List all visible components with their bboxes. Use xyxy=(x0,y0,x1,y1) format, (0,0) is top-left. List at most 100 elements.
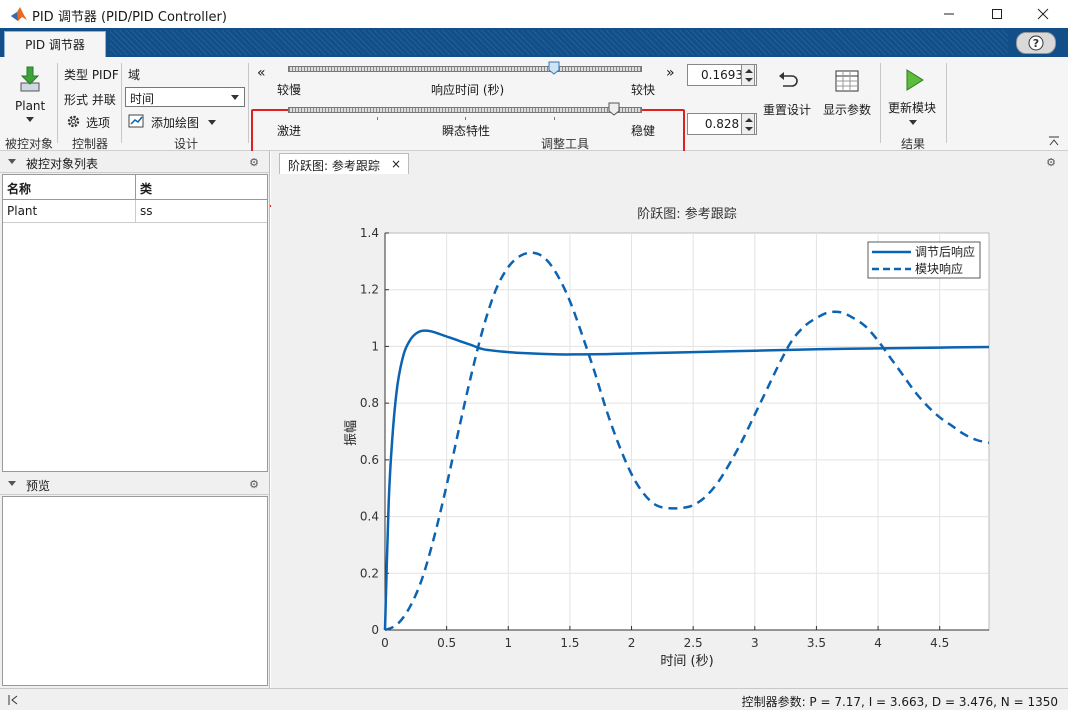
import-plant-icon xyxy=(20,66,40,92)
x-tick-label: 3 xyxy=(751,636,759,650)
x-tick-label: 2.5 xyxy=(684,636,703,650)
matlab-logo-icon xyxy=(11,7,27,21)
y-tick-label: 0.6 xyxy=(360,453,379,467)
column-header-type[interactable]: 类 xyxy=(136,175,267,200)
y-tick-label: 0 xyxy=(371,623,379,637)
reset-design-button[interactable]: 重置设计 xyxy=(760,67,816,117)
expand-sliders-icon[interactable]: » xyxy=(666,65,675,81)
options-label: 选项 xyxy=(86,116,111,130)
y-tick-label: 0.4 xyxy=(360,510,379,524)
panel-options-icon[interactable]: ⚙ xyxy=(249,478,259,491)
controller-section-label: 控制器 xyxy=(72,137,109,151)
slider-tick xyxy=(554,117,555,120)
divider xyxy=(880,63,881,143)
status-bar: 控制器参数: P = 7.17, I = 3.663, D = 3.476, N… xyxy=(0,688,1068,710)
x-axis-label: 时间 (秒) xyxy=(660,654,713,669)
add-plot-label: 添加绘图 xyxy=(151,116,200,130)
transient-aggressive-label: 激进 xyxy=(277,124,302,138)
divider xyxy=(946,63,947,143)
ribbon-tabstrip: PID 调节器 ? xyxy=(0,28,1068,57)
slider-tick xyxy=(465,117,466,120)
chevron-down-icon xyxy=(8,481,16,486)
plant-list-header[interactable]: 被控对象列表 ⚙ xyxy=(0,151,269,173)
response-time-slow-label: 较慢 xyxy=(277,83,302,97)
reset-design-label: 重置设计 xyxy=(763,103,812,117)
collapse-toolstrip-icon[interactable] xyxy=(1048,136,1060,146)
divider xyxy=(57,63,58,143)
x-tick-label: 2 xyxy=(628,636,636,650)
options-button[interactable]: 选项 xyxy=(64,113,120,131)
chevron-down-icon xyxy=(26,117,34,122)
left-panel: 被控对象列表 ⚙ 名称 类 Plant ss 预览 ⚙ xyxy=(0,151,270,688)
response-time-slider-thumb[interactable] xyxy=(548,61,560,75)
y-axis-label: 振幅 xyxy=(344,420,359,446)
x-tick-label: 0 xyxy=(381,636,389,650)
y-tick-label: 1 xyxy=(371,339,379,353)
legend-label-tuned: 调节后响应 xyxy=(915,244,975,259)
add-plot-button[interactable]: 添加绘图 xyxy=(126,112,222,132)
help-icon: ? xyxy=(1028,35,1044,51)
minimize-icon xyxy=(944,13,954,15)
plant-row-type[interactable]: ss xyxy=(136,200,267,223)
response-time-fast-label: 较快 xyxy=(631,83,656,97)
chevron-down-icon xyxy=(208,120,216,125)
design-section-label: 设计 xyxy=(174,137,199,151)
y-axis: 0 0.2 0.4 0.6 0.8 1 1.2 1.4 xyxy=(360,226,389,637)
result-section-label: 结果 xyxy=(901,137,926,151)
spin-down-icon xyxy=(745,78,753,82)
collapse-icon[interactable] xyxy=(8,694,20,706)
preview-header[interactable]: 预览 ⚙ xyxy=(0,473,269,495)
maximize-button[interactable] xyxy=(974,0,1020,28)
transient-slider-thumb[interactable] xyxy=(608,102,620,116)
close-button[interactable] xyxy=(1020,0,1066,28)
controller-parameters: 控制器参数: P = 7.17, I = 3.663, D = 3.476, N… xyxy=(741,695,1058,709)
y-tick-label: 1.2 xyxy=(360,283,379,297)
response-time-spinner[interactable] xyxy=(741,64,755,86)
y-tick-label: 0.2 xyxy=(360,566,379,580)
plant-list-title: 被控对象列表 xyxy=(26,157,99,171)
y-tick-label: 0.8 xyxy=(360,396,379,410)
window-title: PID 调节器 (PID/PID Controller) xyxy=(32,10,227,25)
preview-area xyxy=(2,496,268,686)
plant-table: 名称 类 Plant ss xyxy=(2,174,268,472)
toolstrip: Plant 被控对象 类型 PIDF 形式 并联 选项 控制器 域 时间 添加绘… xyxy=(0,57,1068,207)
preview-title: 预览 xyxy=(26,479,51,493)
step-plot: 0 0.5 1 1.5 2 2.5 3 3.5 4 4.5 0 0.2 0.4 0.6 0.8 1 1.2 1.… xyxy=(344,206,990,669)
document-area: 阶跃图: 参考跟踪 × ⚙ 0 0.5 1 1.5 2 2.5 3 3.5 4 4.5 0 0.2 0… xyxy=(271,151,1068,688)
column-header-name[interactable]: 名称 xyxy=(3,175,136,200)
help-button[interactable]: ? xyxy=(1016,32,1056,54)
update-block-button[interactable]: 更新模块 xyxy=(886,65,942,129)
x-tick-label: 4 xyxy=(874,636,882,650)
transient-robust-label: 稳健 xyxy=(631,124,656,138)
shrink-sliders-icon[interactable]: « xyxy=(257,65,266,81)
response-time-slider-track[interactable] xyxy=(288,66,642,72)
spin-up-icon xyxy=(745,118,753,122)
transient-label: 瞬态特性 xyxy=(442,124,491,138)
slider-tick xyxy=(377,117,378,120)
show-parameters-button[interactable]: 显示参数 xyxy=(820,67,876,117)
spin-down-icon xyxy=(745,127,753,131)
plot-area xyxy=(384,232,990,631)
plant-button-label: Plant xyxy=(15,99,46,113)
panel-options-icon[interactable]: ⚙ xyxy=(249,156,259,169)
chevron-down-icon xyxy=(231,95,239,100)
plant-row-name[interactable]: Plant xyxy=(3,200,136,223)
controller-form[interactable]: 形式 并联 xyxy=(64,91,116,108)
gear-icon xyxy=(67,115,80,128)
legend-label-block: 模块响应 xyxy=(915,261,963,276)
ribbon-pattern xyxy=(110,30,1008,55)
transient-spinner[interactable] xyxy=(741,113,755,135)
chevron-down-icon xyxy=(909,120,917,125)
legend[interactable]: 调节后响应 模块响应 xyxy=(867,241,981,279)
tab-pid-tuner[interactable]: PID 调节器 xyxy=(4,31,106,57)
minimize-button[interactable] xyxy=(926,0,972,28)
plant-button[interactable]: Plant xyxy=(8,63,52,127)
show-parameters-label: 显示参数 xyxy=(823,103,872,117)
transient-slider-track[interactable] xyxy=(288,107,642,113)
tuning-section-label: 调整工具 xyxy=(541,137,590,151)
svg-text:?: ? xyxy=(1033,37,1039,50)
domain-label: 域 xyxy=(128,68,141,82)
controller-type[interactable]: 类型 PIDF xyxy=(64,66,119,83)
domain-select[interactable]: 时间 xyxy=(125,87,245,107)
x-tick-label: 3.5 xyxy=(807,636,826,650)
